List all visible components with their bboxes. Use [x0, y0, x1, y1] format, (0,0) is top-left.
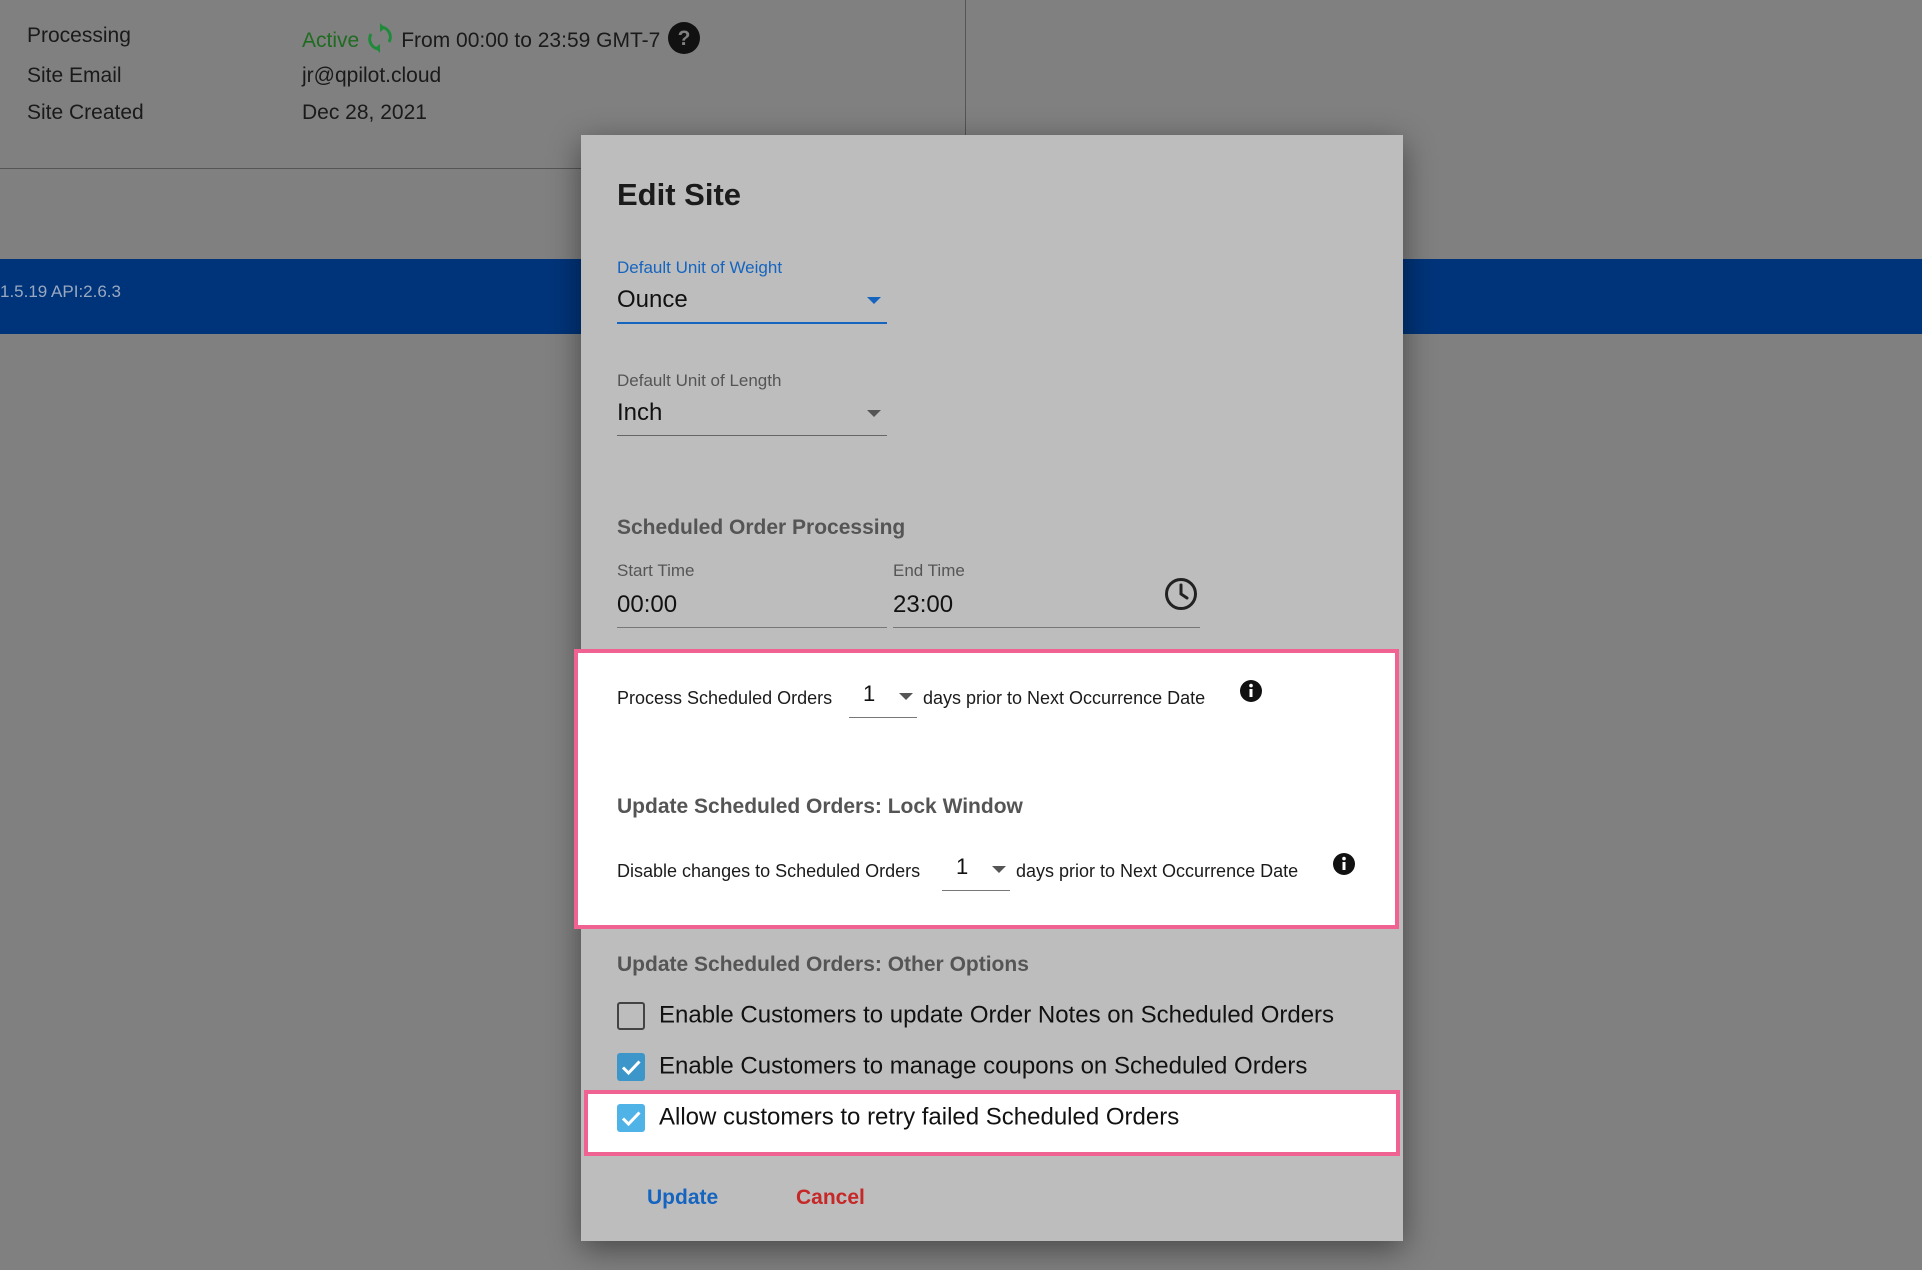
weight-unit-value-wrap[interactable]: Ounce	[617, 286, 887, 324]
end-time-value[interactable]: 23:00	[893, 591, 1200, 628]
processing-window: From 00:00 to 23:59 GMT-7	[401, 29, 661, 52]
info-icon[interactable]	[1332, 852, 1356, 881]
chevron-down-icon	[867, 297, 881, 304]
weight-unit-select[interactable]: Default Unit of Weight Ounce	[617, 258, 887, 324]
svg-text:?: ?	[678, 27, 691, 50]
process-prior-prefix: Process Scheduled Orders	[617, 688, 833, 708]
site-created-label: Site Created	[27, 101, 144, 124]
process-prior-days-value: 1	[863, 681, 876, 706]
lock-window-days-value: 1	[956, 854, 969, 879]
site-email-label: Site Email	[27, 64, 122, 87]
option-label: Allow customers to retry failed Schedule…	[659, 1103, 1180, 1131]
check-icon	[621, 1111, 641, 1126]
end-time-field[interactable]: End Time 23:00	[893, 561, 1200, 628]
processing-status: Active	[302, 29, 360, 52]
processing-value: Active From 00:00 to 23:59 GMT-7 ?	[302, 22, 701, 60]
end-time-label: End Time	[893, 561, 965, 580]
lock-window-prefix: Disable changes to Scheduled Orders	[617, 861, 921, 881]
start-time-value[interactable]: 00:00	[617, 591, 887, 628]
length-unit-select[interactable]: Default Unit of Length Inch	[617, 371, 887, 436]
length-unit-value-wrap[interactable]: Inch	[617, 399, 887, 436]
chevron-down-icon	[899, 693, 913, 700]
process-prior-days-select[interactable]: 1	[849, 681, 917, 718]
lock-window-heading: Update Scheduled Orders: Lock Window	[617, 795, 1023, 818]
chevron-down-icon	[992, 866, 1006, 873]
option-manage-coupons[interactable]: Enable Customers to manage coupons on Sc…	[617, 1052, 1307, 1081]
chevron-down-icon	[867, 410, 881, 417]
check-icon	[621, 1060, 641, 1075]
checkbox-unchecked[interactable]	[617, 1001, 645, 1030]
option-label: Enable Customers to manage coupons on Sc…	[659, 1052, 1308, 1080]
start-time-label: Start Time	[617, 561, 695, 580]
length-unit-label: Default Unit of Length	[617, 371, 782, 390]
site-created-value: Dec 28, 2021	[302, 101, 427, 124]
option-label: Enable Customers to update Order Notes o…	[659, 1001, 1335, 1029]
weight-unit-label: Default Unit of Weight	[617, 258, 783, 277]
help-icon[interactable]: ?	[668, 22, 701, 60]
dialog-title: Edit Site	[617, 177, 742, 212]
process-prior-suffix: days prior to Next Occurrence Date	[923, 688, 1206, 708]
edit-site-dialog: Edit Site Default Unit of Weight Ounce D…	[574, 135, 1403, 1241]
clock-icon[interactable]	[1163, 576, 1199, 617]
weight-unit-value: Ounce	[617, 286, 688, 313]
start-time-field[interactable]: Start Time 00:00	[617, 561, 887, 628]
info-icon[interactable]	[1239, 679, 1263, 708]
checkbox-checked[interactable]	[617, 1052, 645, 1081]
option-order-notes[interactable]: Enable Customers to update Order Notes o…	[617, 1001, 1334, 1030]
length-unit-value: Inch	[617, 399, 663, 426]
processing-label: Processing	[27, 24, 131, 47]
lock-window-suffix: days prior to Next Occurrence Date	[1016, 861, 1299, 881]
site-email-value: jr@qpilot.cloud	[302, 64, 442, 87]
sync-icon[interactable]	[367, 23, 393, 59]
option-retry-failed[interactable]: Allow customers to retry failed Schedule…	[617, 1103, 1179, 1132]
checkbox-checked[interactable]	[617, 1103, 645, 1132]
cancel-button[interactable]: Cancel	[784, 1178, 877, 1218]
scheduled-processing-heading: Scheduled Order Processing	[617, 516, 906, 539]
update-button[interactable]: Update	[635, 1178, 730, 1218]
other-options-heading: Update Scheduled Orders: Other Options	[617, 953, 1029, 976]
version-text: 1.5.19 API:2.6.3	[0, 282, 121, 301]
lock-window-days-select[interactable]: 1	[942, 854, 1010, 891]
